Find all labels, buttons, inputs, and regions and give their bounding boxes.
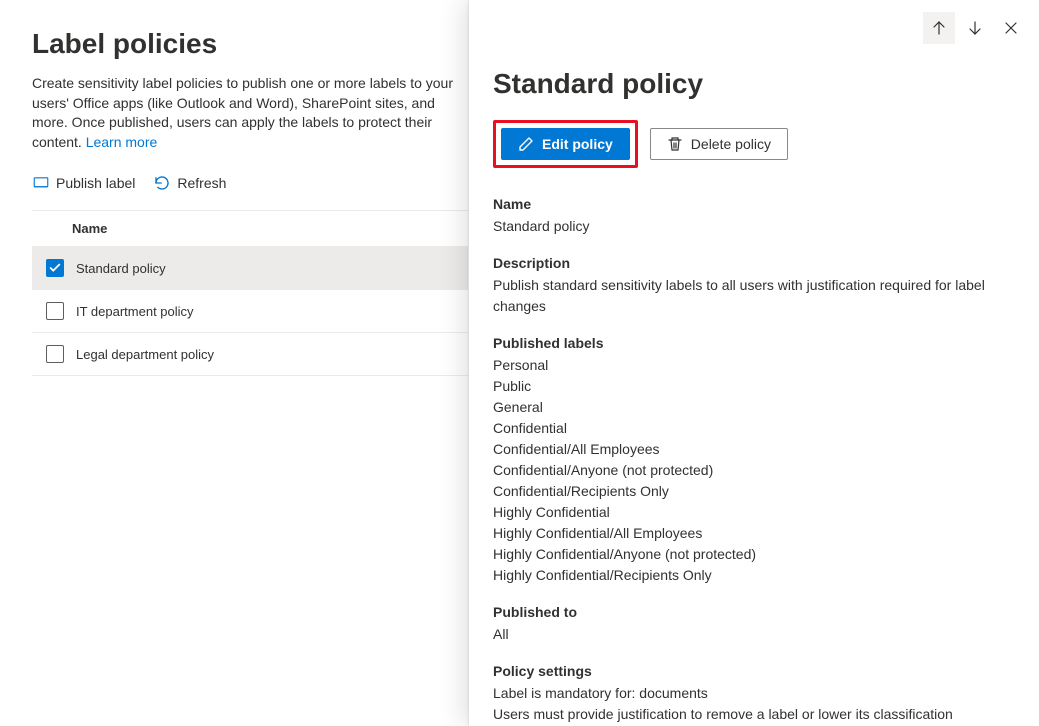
refresh-label: Refresh (177, 175, 226, 191)
list-item: Public (493, 376, 1015, 397)
desc-value: Publish standard sensitivity labels to a… (493, 275, 1015, 317)
edit-highlight: Edit policy (493, 120, 638, 168)
published-to-label: Published to (493, 604, 1015, 620)
publish-label-button[interactable]: Publish label (32, 174, 135, 192)
list-item: Highly Confidential/Anyone (not protecte… (493, 544, 1015, 565)
section-description: Description Publish standard sensitivity… (493, 255, 1015, 317)
publish-label-text: Publish label (56, 175, 135, 191)
refresh-icon (153, 174, 171, 192)
section-name: Name Standard policy (493, 196, 1015, 237)
published-to-value: All (493, 624, 1015, 645)
list-item: Confidential/Recipients Only (493, 481, 1015, 502)
row-name: Legal department policy (76, 347, 214, 362)
settings-label: Policy settings (493, 663, 1015, 679)
page-description: Create sensitivity label policies to pub… (32, 74, 468, 152)
list-item: General (493, 397, 1015, 418)
main-content: Label policies Create sensitivity label … (0, 0, 500, 404)
name-value: Standard policy (493, 216, 1015, 237)
close-button[interactable] (995, 12, 1027, 44)
delete-policy-label: Delete policy (691, 136, 771, 152)
list-item: Highly Confidential/All Employees (493, 523, 1015, 544)
desc-label: Description (493, 255, 1015, 271)
arrow-up-icon (931, 20, 947, 36)
column-header-name[interactable]: Name (72, 221, 107, 236)
learn-more-link[interactable]: Learn more (86, 134, 158, 150)
list-item: Personal (493, 355, 1015, 376)
list-item: Users must provide justification to remo… (493, 704, 1015, 725)
panel-title: Standard policy (493, 68, 1015, 100)
edit-policy-button[interactable]: Edit policy (501, 128, 630, 160)
check-icon (48, 261, 62, 275)
published-labels-list: Personal Public General Confidential Con… (493, 355, 1015, 586)
published-labels-label: Published labels (493, 335, 1015, 351)
close-icon (1003, 20, 1019, 36)
table-row[interactable]: Standard policy (32, 247, 468, 290)
table-header: Name (32, 210, 468, 247)
details-panel: Standard policy Edit policy Delete polic… (469, 0, 1039, 726)
list-item: Confidential/Anyone (not protected) (493, 460, 1015, 481)
table-row[interactable]: IT department policy (32, 290, 468, 333)
list-item: Highly Confidential/Recipients Only (493, 565, 1015, 586)
row-checkbox[interactable] (46, 302, 64, 320)
name-label: Name (493, 196, 1015, 212)
row-name: Standard policy (76, 261, 166, 276)
list-item: Highly Confidential (493, 502, 1015, 523)
row-checkbox[interactable] (46, 345, 64, 363)
edit-policy-label: Edit policy (542, 136, 613, 152)
list-item: Confidential/All Employees (493, 439, 1015, 460)
page-title: Label policies (32, 28, 468, 60)
nav-down-button[interactable] (959, 12, 991, 44)
row-checkbox[interactable] (46, 259, 64, 277)
delete-policy-button[interactable]: Delete policy (650, 128, 788, 160)
panel-actions: Edit policy Delete policy (493, 120, 1015, 168)
list-item: Label is mandatory for: documents (493, 683, 1015, 704)
list-item: Confidential (493, 418, 1015, 439)
row-name: IT department policy (76, 304, 194, 319)
panel-controls (923, 12, 1027, 44)
publish-icon (32, 174, 50, 192)
section-policy-settings: Policy settings Label is mandatory for: … (493, 663, 1015, 726)
arrow-down-icon (967, 20, 983, 36)
refresh-button[interactable]: Refresh (153, 174, 226, 192)
settings-list: Label is mandatory for: documents Users … (493, 683, 1015, 726)
section-published-labels: Published labels Personal Public General… (493, 335, 1015, 586)
trash-icon (667, 136, 683, 152)
nav-up-button[interactable] (923, 12, 955, 44)
edit-icon (518, 136, 534, 152)
toolbar: Publish label Refresh (32, 174, 468, 192)
table-row[interactable]: Legal department policy (32, 333, 468, 376)
section-published-to: Published to All (493, 604, 1015, 645)
